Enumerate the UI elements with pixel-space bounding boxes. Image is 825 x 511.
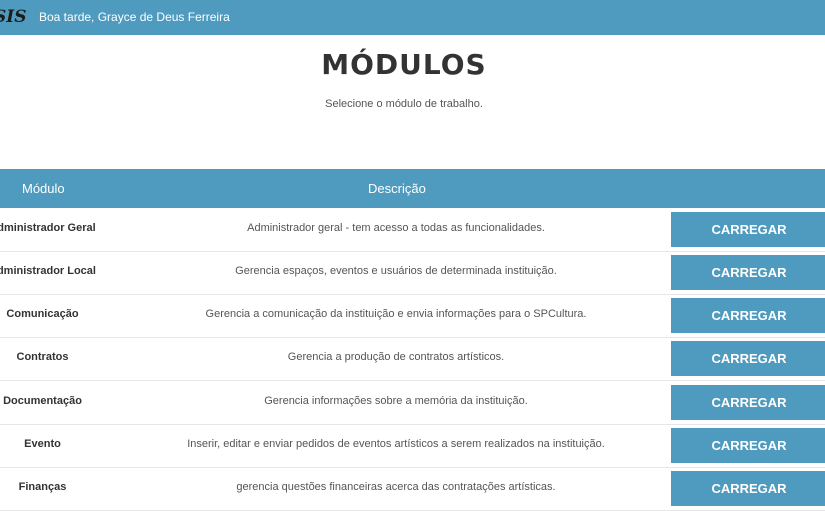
module-description: gerencia questões financeiras acerca das… <box>236 481 556 493</box>
module-name: Evento <box>24 438 61 450</box>
load-button[interactable]: CARREGAR <box>671 255 825 290</box>
table-header: Módulo Descrição <box>0 169 825 208</box>
column-header-description: Descrição <box>368 181 426 196</box>
module-description: Gerencia espaços, eventos e usuários de … <box>235 265 557 277</box>
table-row: Evento Inserir, editar e enviar pedidos … <box>0 424 825 468</box>
top-bar: SIS Boa tarde, Grayce de Deus Ferreira <box>0 0 825 35</box>
module-name: Documentação <box>3 395 82 407</box>
module-name: Contratos <box>16 351 69 363</box>
table-row: Documentação Gerencia informações sobre … <box>0 381 825 425</box>
table-row: Finanças gerencia questões financeiras a… <box>0 467 825 511</box>
app-logo[interactable]: SIS <box>0 7 27 27</box>
table-row: Administrador Local Gerencia espaços, ev… <box>0 251 825 295</box>
page-subtitle: Selecione o módulo de trabalho. <box>325 98 483 110</box>
module-name: Comunicação <box>6 308 79 320</box>
load-button[interactable]: CARREGAR <box>671 385 825 420</box>
load-button[interactable]: CARREGAR <box>671 471 825 506</box>
module-name: Finanças <box>18 481 67 493</box>
table-row: Comunicação Gerencia a comunicação da in… <box>0 294 825 338</box>
page-title: MÓDULOS <box>321 48 487 81</box>
load-button[interactable]: CARREGAR <box>671 341 825 376</box>
module-description: Inserir, editar e enviar pedidos de even… <box>187 438 605 450</box>
column-header-module: Módulo <box>22 181 65 196</box>
module-name: Administrador Geral <box>0 222 96 234</box>
load-button[interactable]: CARREGAR <box>671 298 825 333</box>
load-button[interactable]: CARREGAR <box>671 212 825 247</box>
module-name: Administrador Local <box>0 265 96 277</box>
user-greeting: Boa tarde, Grayce de Deus Ferreira <box>39 10 230 24</box>
module-description: Administrador geral - tem acesso a todas… <box>247 222 545 234</box>
module-description: Gerencia informações sobre a memória da … <box>264 395 528 407</box>
module-description: Gerencia a comunicação da instituição e … <box>205 308 587 320</box>
load-button[interactable]: CARREGAR <box>671 428 825 463</box>
table-row: Contratos Gerencia a produção de contrat… <box>0 337 825 381</box>
module-description: Gerencia a produção de contratos artísti… <box>287 351 505 363</box>
table-row: Administrador Geral Administrador geral … <box>0 208 825 252</box>
